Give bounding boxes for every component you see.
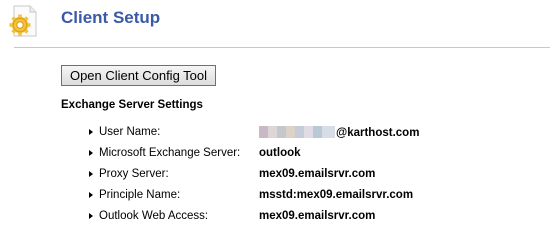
redacted-username (259, 126, 335, 138)
setting-value-wrapper: @karthost.com (259, 126, 419, 139)
setting-label: Proxy Server: (99, 168, 169, 180)
setting-value: mex09.emailsrvr.com (259, 168, 376, 180)
setting-row-user-name: User Name: @karthost.com (0, 124, 550, 145)
bullet-arrow-icon (89, 192, 93, 198)
bullet-arrow-icon (89, 150, 93, 156)
header-divider (14, 47, 550, 48)
setting-value: outlook (259, 147, 301, 159)
page-header: Client Setup (0, 0, 550, 48)
open-client-config-tool-button[interactable]: Open Client Config Tool (61, 65, 216, 86)
setting-value: msstd:mex09.emailsrvr.com (259, 189, 414, 201)
setting-value: mex09.emailsrvr.com (259, 210, 376, 222)
settings-gear-document-icon (9, 5, 37, 37)
setting-row-proxy-server: Proxy Server: mex09.emailsrvr.com (0, 166, 550, 187)
setting-row-exchange-server: Microsoft Exchange Server: outlook (0, 145, 550, 166)
setting-label: User Name: (99, 126, 161, 138)
exchange-settings-list: User Name: @karthost.com Microsoft Excha… (0, 124, 550, 229)
bullet-arrow-icon (89, 213, 93, 219)
exchange-settings-heading: Exchange Server Settings (61, 99, 203, 111)
setting-label: Microsoft Exchange Server: (99, 147, 241, 159)
setting-label: Principle Name: (99, 189, 181, 201)
setting-value: @karthost.com (336, 127, 420, 139)
page-title: Client Setup (61, 8, 161, 27)
setting-row-outlook-web-access: Outlook Web Access: mex09.emailsrvr.com (0, 208, 550, 229)
setting-row-principle-name: Principle Name: msstd:mex09.emailsrvr.co… (0, 187, 550, 208)
setting-label: Outlook Web Access: (99, 210, 209, 222)
bullet-arrow-icon (89, 129, 93, 135)
client-setup-page: Client Setup Open Client Config Tool Exc… (0, 0, 550, 249)
bullet-arrow-icon (89, 171, 93, 177)
